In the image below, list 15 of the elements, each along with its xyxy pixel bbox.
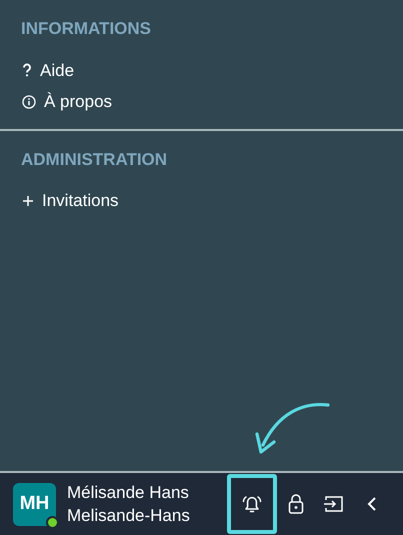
- question-mark-icon: [22, 63, 32, 78]
- section-heading: INFORMATIONS: [20, 18, 152, 40]
- avatar: MH: [13, 482, 56, 526]
- user-handle: Melisande-Hans: [67, 505, 191, 527]
- section-heading: ADMINISTRATION: [20, 148, 168, 170]
- chevron-left-icon: [367, 496, 377, 512]
- menu-item[interactable]: À propos: [22, 89, 112, 114]
- info-icon: [22, 94, 36, 109]
- menu-item[interactable]: Aide: [22, 58, 74, 83]
- menu-item[interactable]: Invitations: [22, 188, 119, 214]
- lock-icon: [288, 493, 304, 515]
- bell-button[interactable]: [227, 474, 277, 534]
- user-name: Mélisande Hans: [67, 482, 190, 504]
- exit-icon: [323, 494, 345, 514]
- plus-icon: [22, 194, 34, 207]
